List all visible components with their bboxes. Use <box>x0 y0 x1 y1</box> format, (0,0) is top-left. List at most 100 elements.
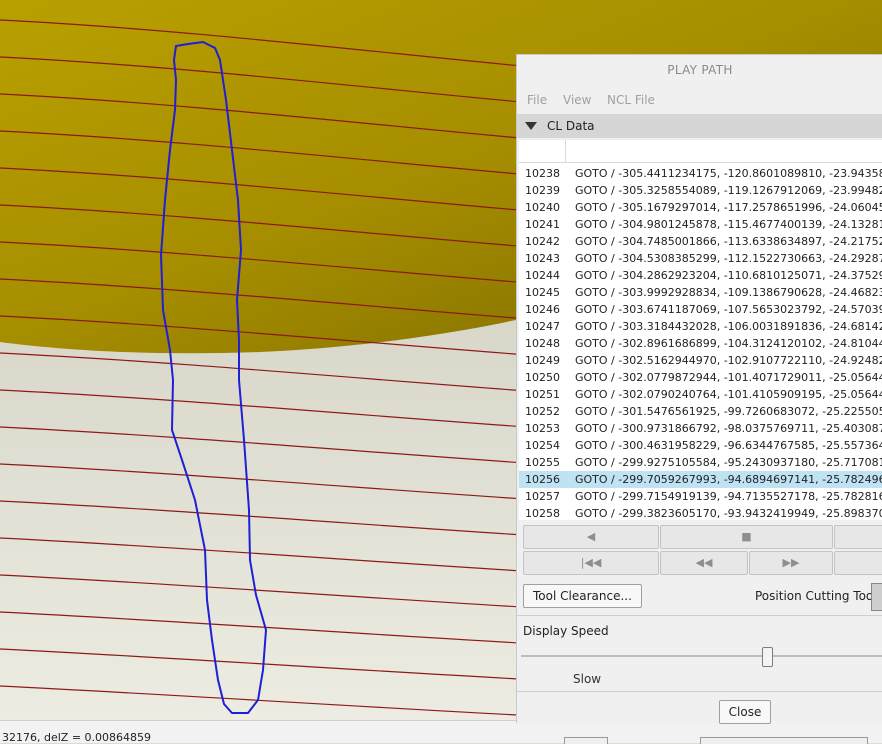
row-command: GOTO / -299.3823605170, -93.9432419949, … <box>575 507 882 520</box>
row-number: 10252 <box>525 405 560 418</box>
row-command: GOTO / -303.6741187069, -107.5653023792,… <box>575 303 882 316</box>
row-command: GOTO / -303.3184432028, -106.0031891836,… <box>575 320 882 333</box>
row-number: 10257 <box>525 490 560 503</box>
skip-start-button[interactable]: |◀◀ <box>523 551 659 575</box>
rewind-icon: ◀◀ <box>695 556 713 569</box>
row-number: 10246 <box>525 303 560 316</box>
table-row[interactable]: 10245 GOTO / -303.9992928834, -109.138679… <box>519 284 882 301</box>
row-command: GOTO / -300.9731866792, -98.0375769711, … <box>575 422 882 435</box>
row-number: 10241 <box>525 218 560 231</box>
menu-ncl-file[interactable]: NCL File <box>607 93 655 107</box>
row-command: GOTO / -305.1679297014, -117.2578651996,… <box>575 201 882 214</box>
row-number: 10250 <box>525 371 560 384</box>
skip-end-button[interactable] <box>834 551 882 575</box>
row-number: 10253 <box>525 422 560 435</box>
cl-data-table[interactable]: 10238 GOTO / -305.4411234175, -120.860108… <box>519 140 882 520</box>
row-command: GOTO / -299.9275105584, -95.2430937180, … <box>575 456 882 469</box>
table-row[interactable]: 10248 GOTO / -302.8961686899, -104.312412… <box>519 335 882 352</box>
row-command: GOTO / -300.4631958229, -96.6344767585, … <box>575 439 882 452</box>
panel-title: PLAY PATH <box>667 63 733 77</box>
table-rows: 10238 GOTO / -305.4411234175, -120.860108… <box>519 165 882 520</box>
play-path-panel: PLAY PATH File View NCL File CL Data 102… <box>516 54 882 724</box>
row-command: GOTO / -304.2862923204, -110.6810125071,… <box>575 269 882 282</box>
table-row[interactable]: 10253 GOTO / -300.9731866792, -98.0375769… <box>519 420 882 437</box>
row-number: 10247 <box>525 320 560 333</box>
rewind-button[interactable]: ◀◀ <box>660 551 748 575</box>
row-command: GOTO / -302.0790240764, -101.4105909195,… <box>575 388 882 401</box>
table-row[interactable]: 10252 GOTO / -301.5476561925, -99.7260683… <box>519 403 882 420</box>
row-number: 10245 <box>525 286 560 299</box>
slow-label: Slow <box>573 672 602 686</box>
row-number: 10258 <box>525 507 560 520</box>
close-button[interactable]: Close <box>719 700 771 724</box>
menu-view[interactable]: View <box>563 93 591 107</box>
menu-file[interactable]: File <box>527 93 547 107</box>
row-number: 10255 <box>525 456 560 469</box>
stop-button[interactable]: ■ <box>660 525 833 549</box>
cl-data-section-header[interactable]: CL Data <box>517 114 882 138</box>
table-row[interactable]: 10258 GOTO / -299.3823605170, -93.9432419… <box>519 505 882 520</box>
row-number: 10251 <box>525 388 560 401</box>
display-speed-label: Display Speed <box>523 624 609 638</box>
table-row[interactable]: 10251 GOTO / -302.0790240764, -101.410590… <box>519 386 882 403</box>
status-field-fragment <box>564 737 608 744</box>
position-cutting-tool-toggle[interactable] <box>871 583 882 611</box>
row-command: GOTO / -299.7154919139, -94.7135527178, … <box>575 490 882 503</box>
row-command: GOTO / -301.5476561925, -99.7260683072, … <box>575 405 882 418</box>
menu-bar: File View NCL File <box>517 87 882 111</box>
row-command: GOTO / -304.9801245878, -115.4677400139,… <box>575 218 882 231</box>
cl-data-title: CL Data <box>547 119 595 133</box>
skip-start-icon: |◀◀ <box>580 556 602 569</box>
collapse-arrow-icon[interactable] <box>525 122 537 130</box>
row-number: 10238 <box>525 167 560 180</box>
table-header <box>519 140 882 163</box>
play-back-icon: ◀ <box>586 530 596 543</box>
table-row[interactable]: 10257 GOTO / -299.7154919139, -94.7135527… <box>519 488 882 505</box>
row-number: 10243 <box>525 252 560 265</box>
row-number: 10249 <box>525 354 560 367</box>
divider <box>517 615 882 616</box>
row-number: 10239 <box>525 184 560 197</box>
table-row[interactable]: 10244 GOTO / -304.2862923204, -110.681012… <box>519 267 882 284</box>
table-row[interactable]: 10256 GOTO / -299.7059267993, -94.6894697… <box>519 471 882 488</box>
table-row[interactable]: 10246 GOTO / -303.6741187069, -107.565302… <box>519 301 882 318</box>
table-row[interactable]: 10243 GOTO / -304.5308385299, -112.152273… <box>519 250 882 267</box>
table-row[interactable]: 10239 GOTO / -305.3258554089, -119.126791… <box>519 182 882 199</box>
row-command: GOTO / -302.5162944970, -102.9107722110,… <box>575 354 882 367</box>
table-row[interactable]: 10255 GOTO / -299.9275105584, -95.2430937… <box>519 454 882 471</box>
row-command: GOTO / -303.9992928834, -109.1386790628,… <box>575 286 882 299</box>
speed-slider-thumb[interactable] <box>762 647 774 667</box>
table-row[interactable]: 10254 GOTO / -300.4631958229, -96.6344767… <box>519 437 882 454</box>
row-number: 10248 <box>525 337 560 350</box>
table-row[interactable]: 10249 GOTO / -302.5162944970, -102.910772… <box>519 352 882 369</box>
stop-icon: ■ <box>741 530 752 543</box>
row-command: GOTO / -305.3258554089, -119.1267912069,… <box>575 184 882 197</box>
row-number: 10244 <box>525 269 560 282</box>
tool-clearance-button[interactable]: Tool Clearance... <box>523 584 642 608</box>
fast-forward-icon: ▶▶ <box>782 556 800 569</box>
row-command: GOTO / -302.8961686899, -104.3124120102,… <box>575 337 882 350</box>
table-row[interactable]: 10241 GOTO / -304.9801245878, -115.467740… <box>519 216 882 233</box>
table-row[interactable]: 10240 GOTO / -305.1679297014, -117.257865… <box>519 199 882 216</box>
row-number: 10242 <box>525 235 560 248</box>
fast-forward-button[interactable]: ▶▶ <box>749 551 833 575</box>
row-command: GOTO / -302.0779872944, -101.4071729011,… <box>575 371 882 384</box>
row-command: GOTO / -305.4411234175, -120.8601089810,… <box>575 167 882 180</box>
play-forward-button[interactable] <box>834 525 882 549</box>
row-command: GOTO / -304.5308385299, -112.1522730663,… <box>575 252 882 265</box>
row-command: GOTO / -299.7059267993, -94.6894697141, … <box>575 473 882 486</box>
row-number: 10256 <box>525 473 560 486</box>
row-command: GOTO / -304.7485001866, -113.6338634897,… <box>575 235 882 248</box>
position-cutting-tool-label: Position Cutting Tool <box>755 589 877 603</box>
table-row[interactable]: 10238 GOTO / -305.4411234175, -120.860108… <box>519 165 882 182</box>
table-row[interactable]: 10247 GOTO / -303.3184432028, -106.003189… <box>519 318 882 335</box>
row-number: 10240 <box>525 201 560 214</box>
status-field-fragment-2 <box>700 737 868 744</box>
status-text: 32176, delZ = 0.00864859 <box>2 731 152 744</box>
play-back-button[interactable]: ◀ <box>523 525 659 549</box>
row-number: 10254 <box>525 439 560 452</box>
speed-slider-track[interactable] <box>521 655 882 657</box>
table-row[interactable]: 10250 GOTO / -302.0779872944, -101.407172… <box>519 369 882 386</box>
table-row[interactable]: 10242 GOTO / -304.7485001866, -113.633863… <box>519 233 882 250</box>
divider-2 <box>517 691 882 692</box>
